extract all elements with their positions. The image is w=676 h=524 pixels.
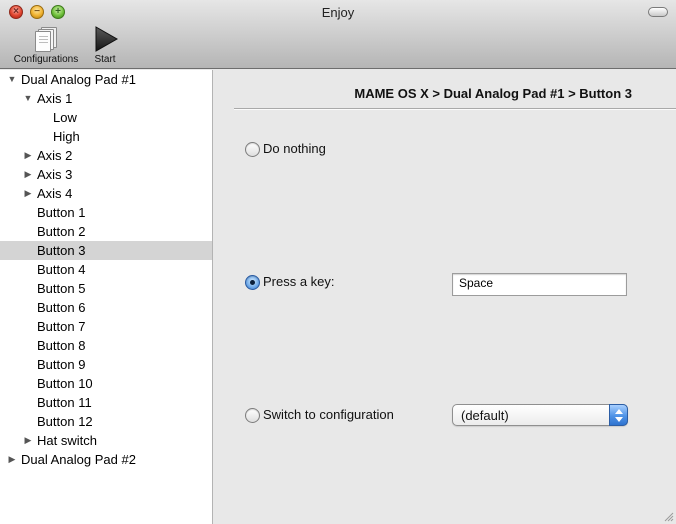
disclosure-collapsed-icon[interactable]: ▶	[23, 165, 33, 184]
sidebar-item-label: Hat switch	[37, 433, 97, 448]
sidebar-item-label: Dual Analog Pad #2	[21, 452, 136, 467]
sidebar-item[interactable]: Button 4	[0, 260, 212, 279]
start-toolbar-button[interactable]: Start	[88, 26, 122, 65]
disclosure-expanded-icon[interactable]: ▼	[23, 89, 33, 108]
disclosure-expanded-icon[interactable]: ▼	[7, 70, 17, 89]
title-toolbar: × − + Enjoy Configurations Start	[0, 0, 676, 69]
press-key-radio[interactable]	[245, 275, 260, 290]
resize-grip-icon[interactable]	[662, 510, 674, 522]
sidebar-item[interactable]: Button 7	[0, 317, 212, 336]
sidebar-item[interactable]: High	[0, 127, 212, 146]
sidebar-item-label: Axis 2	[37, 148, 73, 163]
sidebar-item[interactable]: Button 1	[0, 203, 212, 222]
sidebar-item-label: High	[53, 129, 80, 144]
do-nothing-label: Do nothing	[263, 141, 326, 156]
sidebar-item[interactable]: ▶ Axis 2	[0, 146, 212, 165]
switch-config-radio[interactable]	[245, 408, 260, 423]
configurations-toolbar-button[interactable]: Configurations	[8, 26, 84, 65]
sidebar-item-label: Axis 1	[37, 91, 73, 106]
disclosure-collapsed-icon[interactable]: ▶	[23, 146, 33, 165]
sidebar-item[interactable]: ▶ Dual Analog Pad #2	[0, 450, 212, 469]
sidebar-item-label: Axis 3	[37, 167, 73, 182]
mapping-panel: MAME OS X > Dual Analog Pad #1 > Button …	[214, 70, 676, 524]
configuration-popup-value: (default)	[461, 408, 509, 423]
switch-config-label: Switch to configuration	[263, 407, 394, 422]
sidebar-outline[interactable]: ▼ Dual Analog Pad #1 ▼ Axis 1 Low High ▶ Axis 2…	[0, 70, 213, 524]
sidebar-item[interactable]: Button 2	[0, 222, 212, 241]
sidebar-item-label: Button 5	[37, 281, 86, 296]
sidebar-item[interactable]: Button 12	[0, 412, 212, 431]
sidebar-item[interactable]: ▶ Axis 3	[0, 165, 212, 184]
sidebar-item[interactable]: Low	[0, 108, 212, 127]
sidebar-item-label: Axis 4	[37, 186, 73, 201]
sidebar-item-label: Button 1	[37, 205, 86, 220]
play-icon	[92, 26, 118, 52]
radio-dot-icon	[250, 280, 255, 285]
up-down-arrows-icon	[609, 404, 628, 426]
divider	[234, 108, 676, 110]
sidebar-item-label: Button 4	[37, 262, 86, 277]
sidebar-item-label: Button 7	[37, 319, 86, 334]
disclosure-collapsed-icon[interactable]: ▶	[7, 450, 17, 469]
sidebar-item-label: Button 12	[37, 414, 93, 429]
sidebar-item[interactable]: Button 5	[0, 279, 212, 298]
documents-icon	[33, 26, 59, 52]
sidebar-item[interactable]: ▼ Axis 1	[0, 89, 212, 108]
disclosure-collapsed-icon[interactable]: ▶	[23, 184, 33, 203]
sidebar-item-label: Low	[53, 110, 77, 125]
sidebar-item-label: Button 2	[37, 224, 86, 239]
breadcrumb: MAME OS X > Dual Analog Pad #1 > Button …	[354, 86, 632, 101]
toolbar-toggle-button[interactable]	[648, 7, 668, 17]
start-label: Start	[94, 54, 116, 65]
sidebar-item-label: Dual Analog Pad #1	[21, 72, 136, 87]
sidebar-item-label: Button 8	[37, 338, 86, 353]
sidebar-item[interactable]: Button 10	[0, 374, 212, 393]
key-input-field[interactable]: Space	[452, 273, 627, 296]
sidebar-item[interactable]: ▼ Dual Analog Pad #1	[0, 70, 212, 89]
sidebar-item-label: Button 11	[37, 395, 92, 410]
do-nothing-radio[interactable]	[245, 142, 260, 157]
press-key-label: Press a key:	[263, 274, 335, 289]
configurations-label: Configurations	[13, 54, 79, 65]
sidebar-item[interactable]: ▶ Hat switch	[0, 431, 212, 450]
sidebar-item-label: Button 9	[37, 357, 86, 372]
sidebar-item[interactable]: ▶ Axis 4	[0, 184, 212, 203]
configuration-popup[interactable]: (default)	[452, 404, 628, 426]
disclosure-collapsed-icon[interactable]: ▶	[23, 431, 33, 450]
sidebar-item[interactable]: Button 8	[0, 336, 212, 355]
app-window: × − + Enjoy Configurations Start ▼ Dual …	[0, 0, 676, 524]
sidebar-item[interactable]: Button 6	[0, 298, 212, 317]
sidebar-item-label: Button 10	[37, 376, 93, 391]
sidebar-item[interactable]: Button 3	[0, 241, 212, 260]
sidebar-item[interactable]: Button 9	[0, 355, 212, 374]
window-title: Enjoy	[321, 5, 355, 20]
sidebar-item-label: Button 6	[37, 300, 86, 315]
sidebar-item[interactable]: Button 11	[0, 393, 212, 412]
sidebar-item-label: Button 3	[37, 243, 86, 258]
